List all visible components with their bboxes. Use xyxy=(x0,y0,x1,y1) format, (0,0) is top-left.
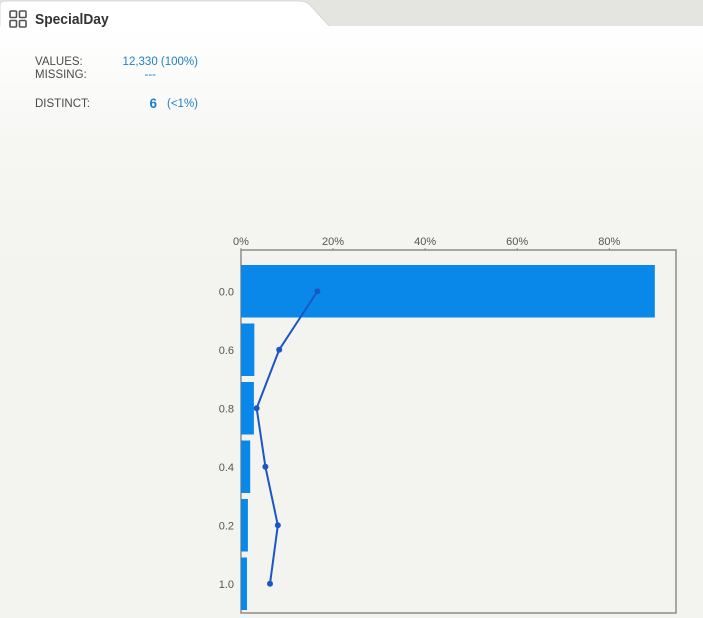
y-tick-label: 0.6 xyxy=(219,345,234,357)
bar[interactable] xyxy=(241,499,248,552)
bar[interactable] xyxy=(241,557,247,611)
trend-point[interactable] xyxy=(276,346,283,353)
y-tick-label: 1.0 xyxy=(219,579,234,591)
bar[interactable] xyxy=(241,323,255,377)
y-tick-label: 0.0 xyxy=(219,286,234,298)
trend-line xyxy=(255,290,319,584)
trend-point[interactable] xyxy=(267,580,273,587)
x-tick-label: 80% xyxy=(598,236,620,248)
bar[interactable] xyxy=(241,265,655,318)
x-tick-label: 60% xyxy=(506,236,528,248)
x-tick-label: 0% xyxy=(233,236,249,248)
y-tick-label: 0.8 xyxy=(219,403,234,415)
trend-point[interactable] xyxy=(253,405,260,412)
bar[interactable] xyxy=(241,440,251,494)
trend-point[interactable] xyxy=(262,463,269,470)
x-tick-label: 20% xyxy=(322,236,344,248)
trend-point[interactable] xyxy=(314,288,321,295)
y-tick-label: 0.4 xyxy=(219,462,234,474)
x-tick-label: 40% xyxy=(414,236,436,248)
y-tick-label: 0.2 xyxy=(219,520,234,532)
distribution-chart: 0% 20% 40% 60% 80% 0.0 0.6 0.8 0.4 0.2 1.0 xyxy=(219,236,677,614)
trend-point[interactable] xyxy=(274,522,281,529)
bar[interactable] xyxy=(241,382,254,435)
